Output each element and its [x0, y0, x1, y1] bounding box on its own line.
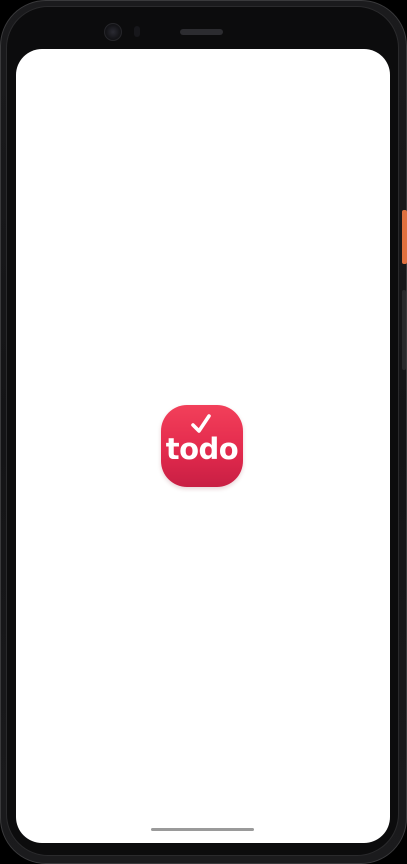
earpiece-speaker	[180, 29, 223, 35]
volume-button	[402, 290, 406, 370]
proximity-sensor-icon	[134, 26, 140, 37]
app-logo-label: todo	[165, 432, 239, 466]
app-logo-icon: todo	[161, 405, 243, 487]
front-camera-icon	[104, 23, 122, 41]
home-indicator[interactable]	[151, 828, 254, 831]
splash-screen: todo	[16, 49, 390, 843]
power-button	[402, 210, 407, 264]
